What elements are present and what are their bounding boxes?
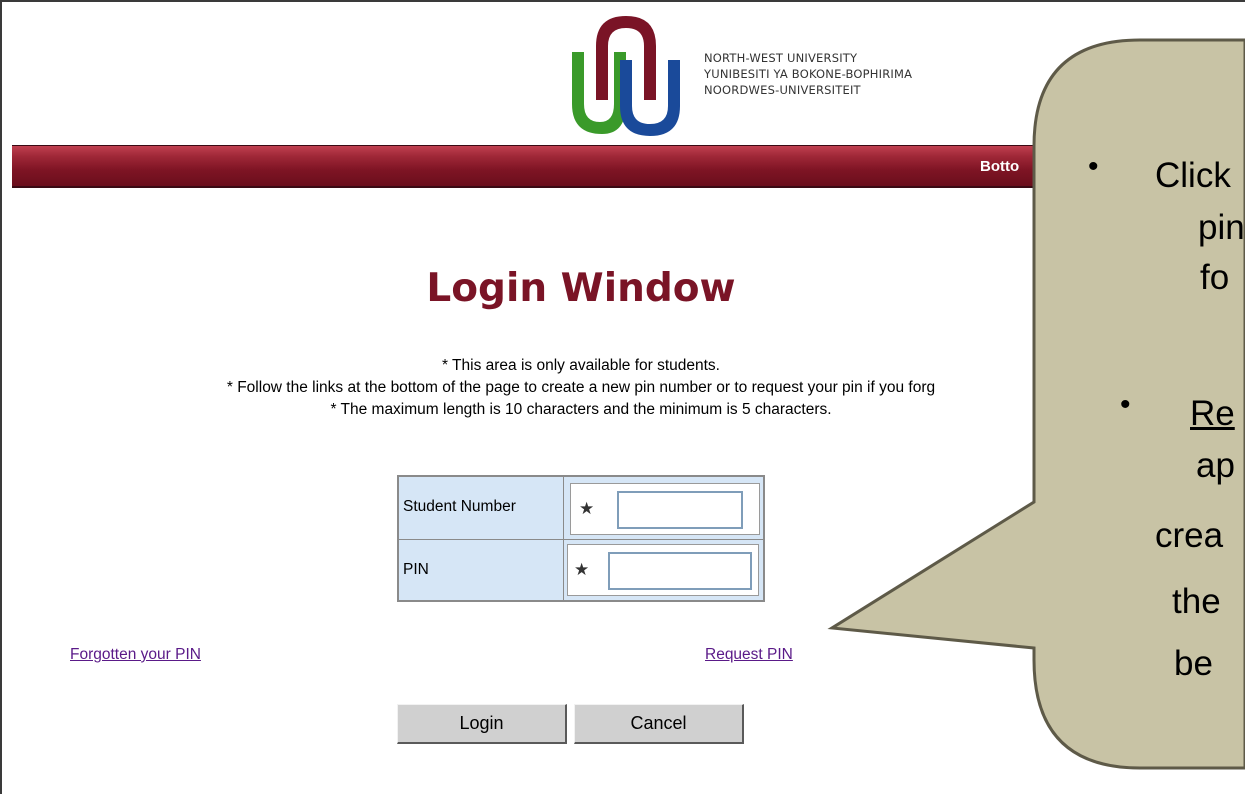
- callout-text: crea: [1155, 516, 1224, 555]
- callout-text: ap: [1196, 446, 1235, 485]
- callout-bullet: •: [1120, 388, 1131, 421]
- callout-bubble: [827, 38, 1245, 770]
- callout-text: pin: [1198, 208, 1245, 247]
- callout-text: be: [1174, 644, 1213, 683]
- callout-text: the: [1172, 582, 1221, 621]
- callout-text: Re: [1190, 394, 1235, 433]
- callout-text: Click: [1155, 156, 1231, 195]
- callout-bullet: •: [1088, 150, 1099, 183]
- callout-text: fo: [1200, 258, 1230, 297]
